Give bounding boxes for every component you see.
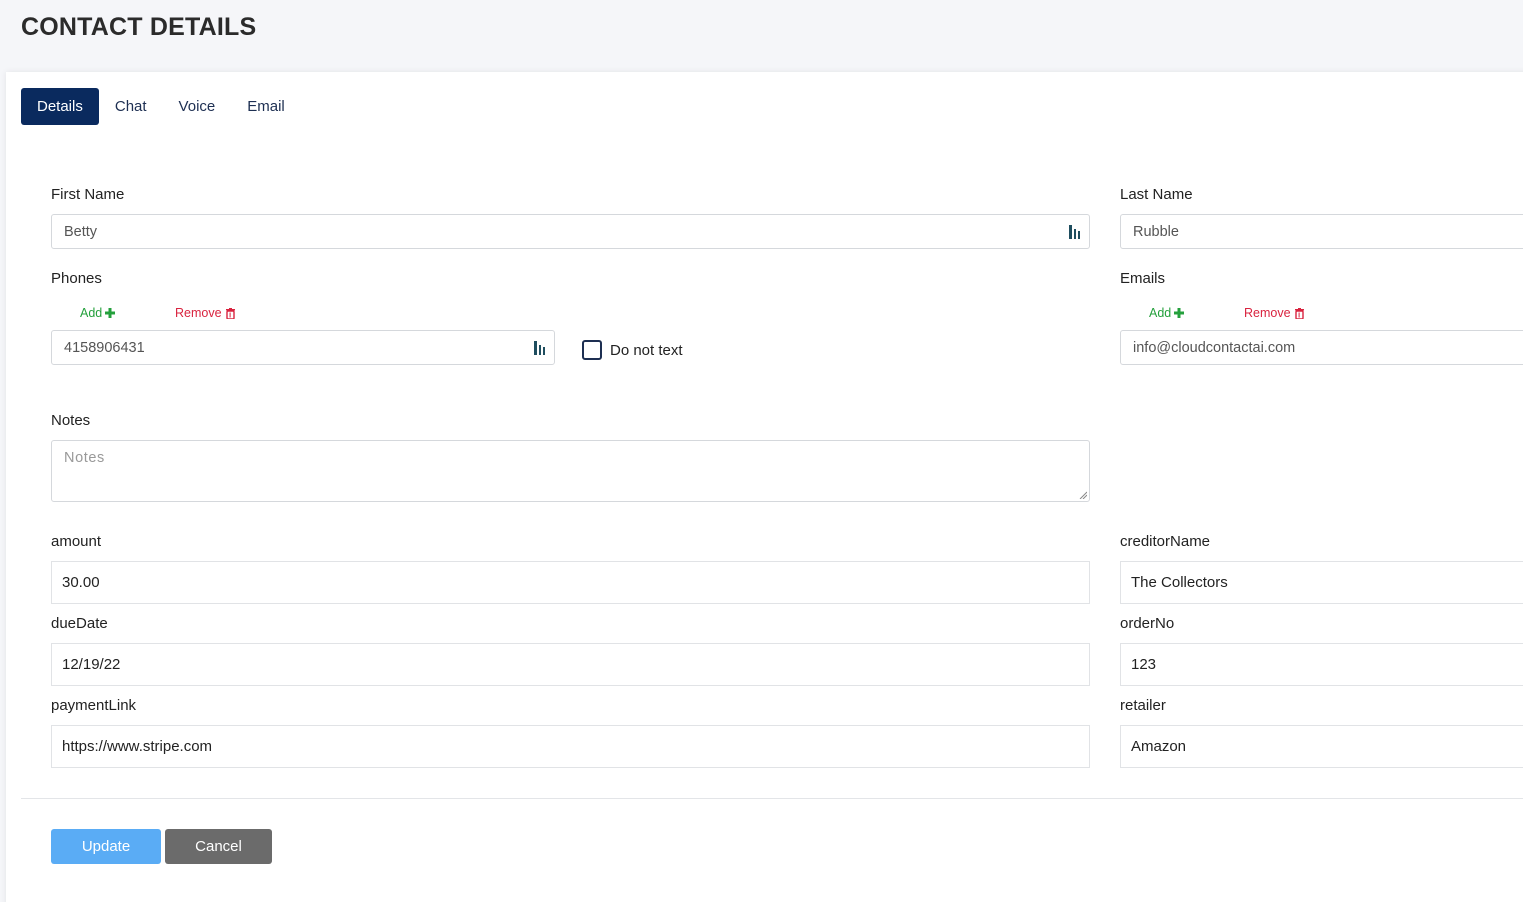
add-phone-label: Add <box>80 306 103 320</box>
do-not-text-label: Do not text <box>610 341 683 359</box>
last-name-label: Last Name <box>1120 186 1193 203</box>
plus-icon <box>1174 308 1185 318</box>
email-input[interactable]: info@cloudcontactai.com <box>1120 330 1523 365</box>
do-not-text-checkbox[interactable] <box>582 340 602 360</box>
remove-phone-label: Remove <box>175 306 222 320</box>
footer-divider <box>21 798 1523 799</box>
payment-link-value: https://www.stripe.com <box>62 738 213 755</box>
phone-input[interactable]: 4158906431 <box>51 330 555 365</box>
update-button[interactable]: Update <box>51 829 161 864</box>
add-email-label: Add <box>1149 306 1172 320</box>
tab-chat[interactable]: Chat <box>99 88 163 125</box>
keyboard-autofill-icon[interactable] <box>534 340 548 355</box>
tab-voice[interactable]: Voice <box>163 88 232 125</box>
amount-label: amount <box>51 533 102 550</box>
phone-value: 4158906431 <box>64 339 145 356</box>
plus-icon <box>105 308 116 318</box>
tab-bar: Details Chat Voice Email <box>21 88 301 125</box>
first-name-label: First Name <box>51 186 125 203</box>
due-date-label: dueDate <box>51 615 108 632</box>
first-name-value: Betty <box>64 223 98 240</box>
retailer-value: Amazon <box>1131 738 1187 755</box>
order-no-value: 123 <box>1131 656 1157 673</box>
remove-email-button[interactable]: Remove <box>1244 306 1304 320</box>
notes-textarea[interactable]: Notes <box>51 440 1090 502</box>
order-no-label: orderNo <box>1120 615 1175 632</box>
due-date-input[interactable]: 12/19/22 <box>51 643 1090 686</box>
retailer-label: retailer <box>1120 697 1166 714</box>
keyboard-autofill-icon[interactable] <box>1069 224 1083 239</box>
add-phone-button[interactable]: Add <box>80 306 116 320</box>
payment-link-input[interactable]: https://www.stripe.com <box>51 725 1090 768</box>
phones-label: Phones <box>51 270 102 287</box>
amount-input[interactable]: 30.00 <box>51 561 1090 604</box>
tab-email[interactable]: Email <box>231 88 301 125</box>
page-title: CONTACT DETAILS <box>21 13 257 41</box>
emails-label: Emails <box>1120 270 1166 287</box>
creditor-name-value: The Collectors <box>1131 574 1228 591</box>
tab-details[interactable]: Details <box>21 88 99 125</box>
payment-link-label: paymentLink <box>51 697 137 714</box>
contact-details-card: Details Chat Voice Email First Name Bett… <box>6 72 1523 902</box>
add-email-button[interactable]: Add <box>1149 306 1185 320</box>
amount-value: 30.00 <box>62 574 100 591</box>
due-date-value: 12/19/22 <box>62 656 121 673</box>
creditor-name-label: creditorName <box>1120 533 1211 550</box>
remove-email-label: Remove <box>1244 306 1291 320</box>
trash-icon <box>225 307 235 319</box>
notes-placeholder: Notes <box>64 450 105 466</box>
first-name-input[interactable]: Betty <box>51 214 1090 249</box>
resize-handle-icon[interactable] <box>1079 491 1087 499</box>
do-not-text-option[interactable]: Do not text <box>582 340 683 360</box>
creditor-name-input[interactable]: The Collectors <box>1120 561 1523 604</box>
cancel-button[interactable]: Cancel <box>165 829 272 864</box>
remove-phone-button[interactable]: Remove <box>175 306 235 320</box>
last-name-value: Rubble <box>1133 223 1179 240</box>
trash-icon <box>1294 307 1304 319</box>
notes-label: Notes <box>51 412 91 429</box>
order-no-input[interactable]: 123 <box>1120 643 1523 686</box>
retailer-input[interactable]: Amazon <box>1120 725 1523 768</box>
email-value: info@cloudcontactai.com <box>1133 339 1296 356</box>
last-name-input[interactable]: Rubble <box>1120 214 1523 249</box>
